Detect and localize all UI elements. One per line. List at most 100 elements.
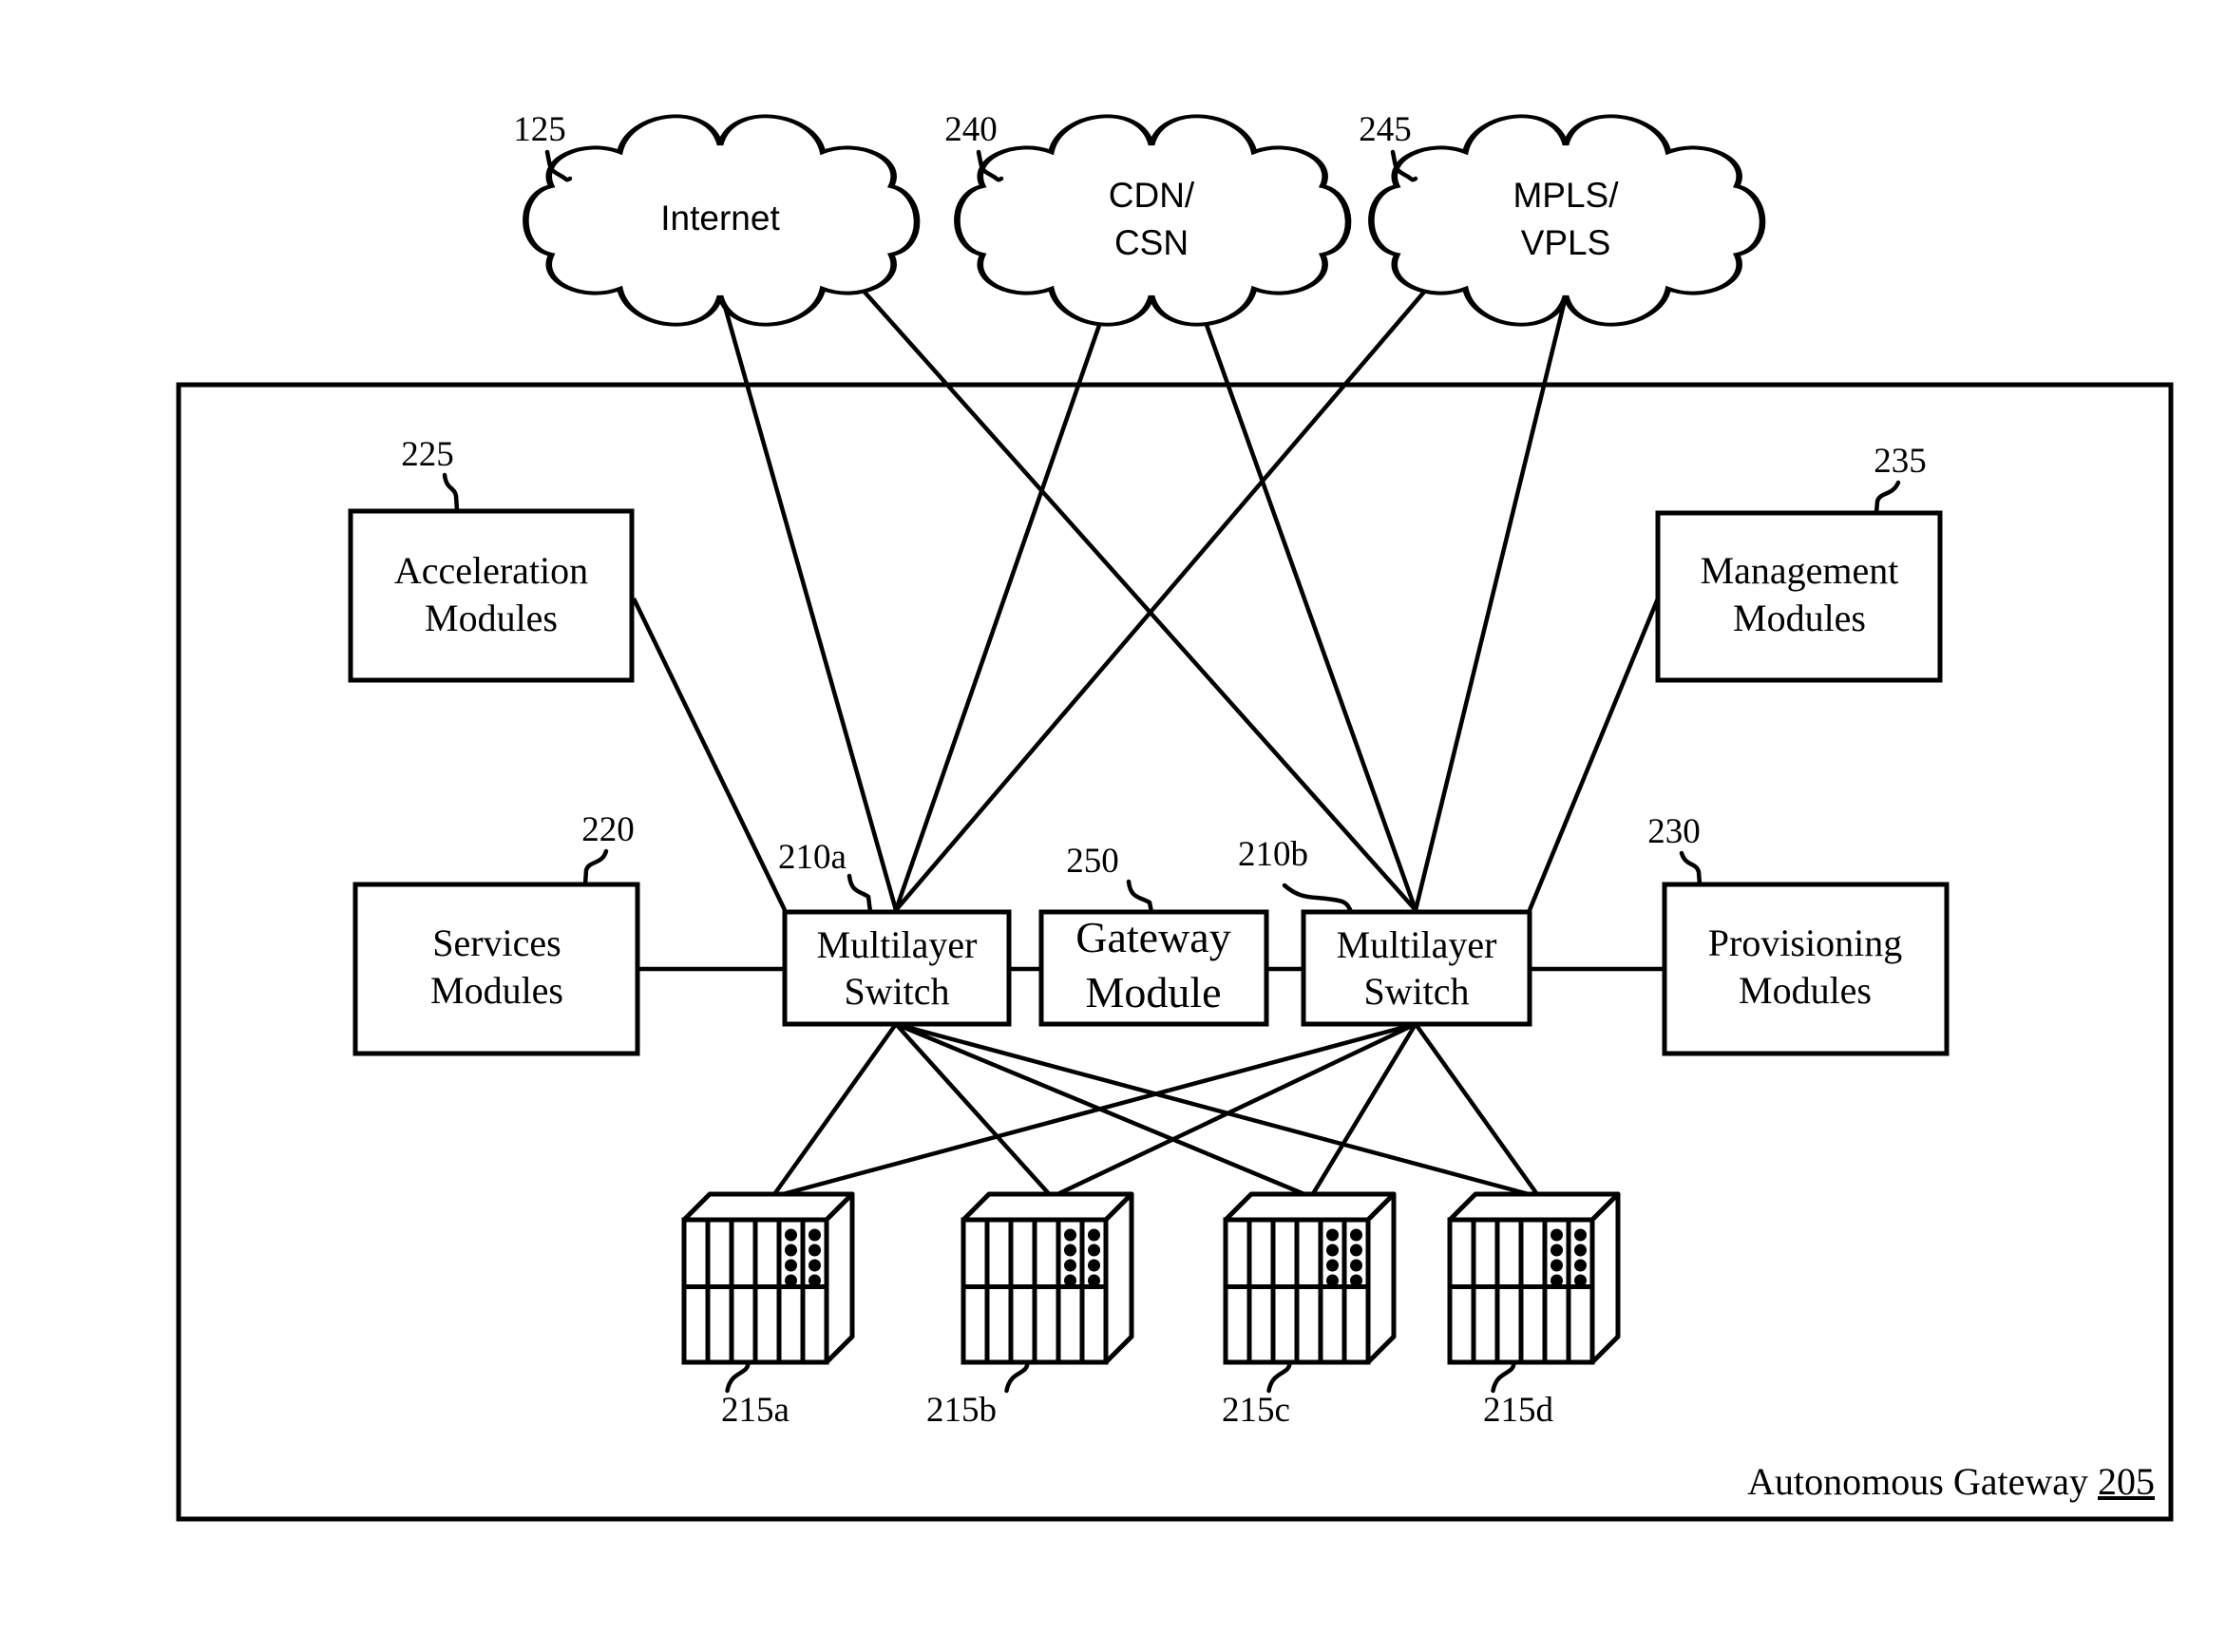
server-rack-icon <box>1447 1191 1621 1365</box>
status-led <box>1574 1244 1587 1257</box>
server-label-a: 215a <box>721 1391 790 1430</box>
status-led <box>1088 1274 1100 1287</box>
status-led <box>1064 1228 1076 1242</box>
management-label-line1: Management <box>1701 549 1899 592</box>
link-cdn-switch-b <box>1199 311 1418 911</box>
ref-230: 230 <box>1647 812 1701 851</box>
server-label-d: 215d <box>1483 1391 1554 1430</box>
leader-215a <box>725 1359 751 1394</box>
link-switch-a-server-d <box>895 1021 1540 1200</box>
acceleration-label-line2: Modules <box>425 597 558 639</box>
leader-215c <box>1266 1359 1292 1394</box>
provisioning-label-line2: Modules <box>1739 969 1872 1012</box>
leader-215d <box>1491 1359 1516 1394</box>
status-led <box>809 1274 821 1287</box>
link-switch-a-server-a <box>771 1022 898 1199</box>
link-cdn-switch-a <box>893 311 1107 911</box>
services-label-line2: Modules <box>430 969 563 1012</box>
status-led <box>1574 1274 1587 1287</box>
server-label-b: 215b <box>926 1391 997 1430</box>
status-led <box>1574 1228 1587 1242</box>
status-led <box>1551 1228 1563 1242</box>
status-led <box>1551 1244 1563 1257</box>
status-led <box>1350 1259 1362 1272</box>
status-led <box>1574 1259 1587 1272</box>
status-led <box>1088 1244 1100 1257</box>
server-c: 215c <box>1222 1191 1397 1430</box>
management-modules: Management Modules 235 <box>1655 442 1943 683</box>
multilayer-switch-a: Multilayer Switch 210a <box>778 838 1012 1027</box>
ref-210b: 210b <box>1238 835 1308 874</box>
status-led <box>1350 1228 1362 1242</box>
ref-240: 240 <box>944 110 998 149</box>
cloud-mpls-label-line2: VPLS <box>1521 223 1611 262</box>
servers: 215a 215b 215c 215d <box>681 1191 1621 1430</box>
container-label: Autonomous Gateway 205 <box>1747 1460 2155 1503</box>
ref-220: 220 <box>581 810 635 849</box>
ref-245: 245 <box>1359 110 1412 149</box>
cloud-internet-label: Internet <box>660 199 780 237</box>
status-led <box>1326 1274 1339 1287</box>
server-b: 215b <box>926 1191 1134 1430</box>
cloud-mpls <box>1371 116 1762 324</box>
cloud-cdn-label-line2: CSN <box>1114 223 1189 262</box>
server-label-c: 215c <box>1222 1391 1290 1430</box>
status-led <box>1064 1274 1076 1287</box>
status-led <box>785 1259 797 1272</box>
leader-230 <box>1679 850 1703 887</box>
status-led <box>1088 1228 1100 1242</box>
ref-235: 235 <box>1874 442 1927 481</box>
ref-225: 225 <box>401 435 454 474</box>
status-led <box>785 1228 797 1242</box>
link-internet-switch-a <box>719 295 899 911</box>
cloud-mpls-label-line1: MPLS/ <box>1513 176 1619 215</box>
leader-210a <box>847 873 873 915</box>
status-led <box>1088 1259 1100 1272</box>
server-a: 215a <box>681 1191 855 1430</box>
services-modules: Services Modules 220 <box>352 810 640 1056</box>
leader-225 <box>442 472 460 513</box>
status-led <box>1551 1259 1563 1272</box>
provisioning-label-line1: Provisioning <box>1708 921 1902 964</box>
status-led <box>1064 1244 1076 1257</box>
link-management-switch-b <box>1527 598 1661 911</box>
leader-235 <box>1874 480 1901 516</box>
switch-b-label-line2: Switch <box>1363 970 1469 1013</box>
gateway-label-line1: Gateway <box>1075 913 1230 961</box>
acceleration-label-line1: Acceleration <box>394 549 588 592</box>
provisioning-modules: Provisioning Modules 230 <box>1647 812 1950 1056</box>
status-led <box>809 1244 821 1257</box>
status-led <box>1551 1274 1563 1287</box>
link-mpls-switch-b <box>1413 295 1569 911</box>
status-led <box>1350 1274 1362 1287</box>
status-led <box>1326 1228 1339 1242</box>
cloud-icon <box>957 116 1348 324</box>
status-led <box>785 1244 797 1257</box>
connections <box>631 269 1665 1200</box>
status-led <box>1064 1259 1076 1272</box>
server-rack-icon <box>961 1191 1134 1365</box>
status-led <box>1326 1259 1339 1272</box>
leader-220 <box>582 848 609 887</box>
ref-250: 250 <box>1066 842 1119 881</box>
ref-125: 125 <box>513 110 566 149</box>
server-rack-icon <box>681 1191 855 1365</box>
leader-210b <box>1282 883 1354 915</box>
switch-b-label-line1: Multilayer <box>1337 923 1497 966</box>
gateway-module: Gateway Module 250 <box>1038 842 1269 1027</box>
switch-a-label-line2: Switch <box>844 970 949 1013</box>
services-label-line1: Services <box>432 921 561 964</box>
leader-215b <box>1004 1359 1030 1394</box>
server-rack-icon <box>1223 1191 1397 1365</box>
link-switch-a-server-b <box>894 1022 1054 1199</box>
multilayer-switch-b: Multilayer Switch 210b <box>1238 835 1532 1027</box>
management-label-line2: Modules <box>1733 597 1866 639</box>
ref-210a: 210a <box>778 838 847 877</box>
status-led <box>809 1228 821 1242</box>
status-led <box>809 1259 821 1272</box>
status-led <box>1326 1244 1339 1257</box>
link-mpls-switch-a <box>894 269 1444 912</box>
acceleration-modules: Acceleration Modules 225 <box>348 435 635 683</box>
switch-a-label-line1: Multilayer <box>817 923 978 966</box>
server-d: 215d <box>1447 1191 1621 1430</box>
